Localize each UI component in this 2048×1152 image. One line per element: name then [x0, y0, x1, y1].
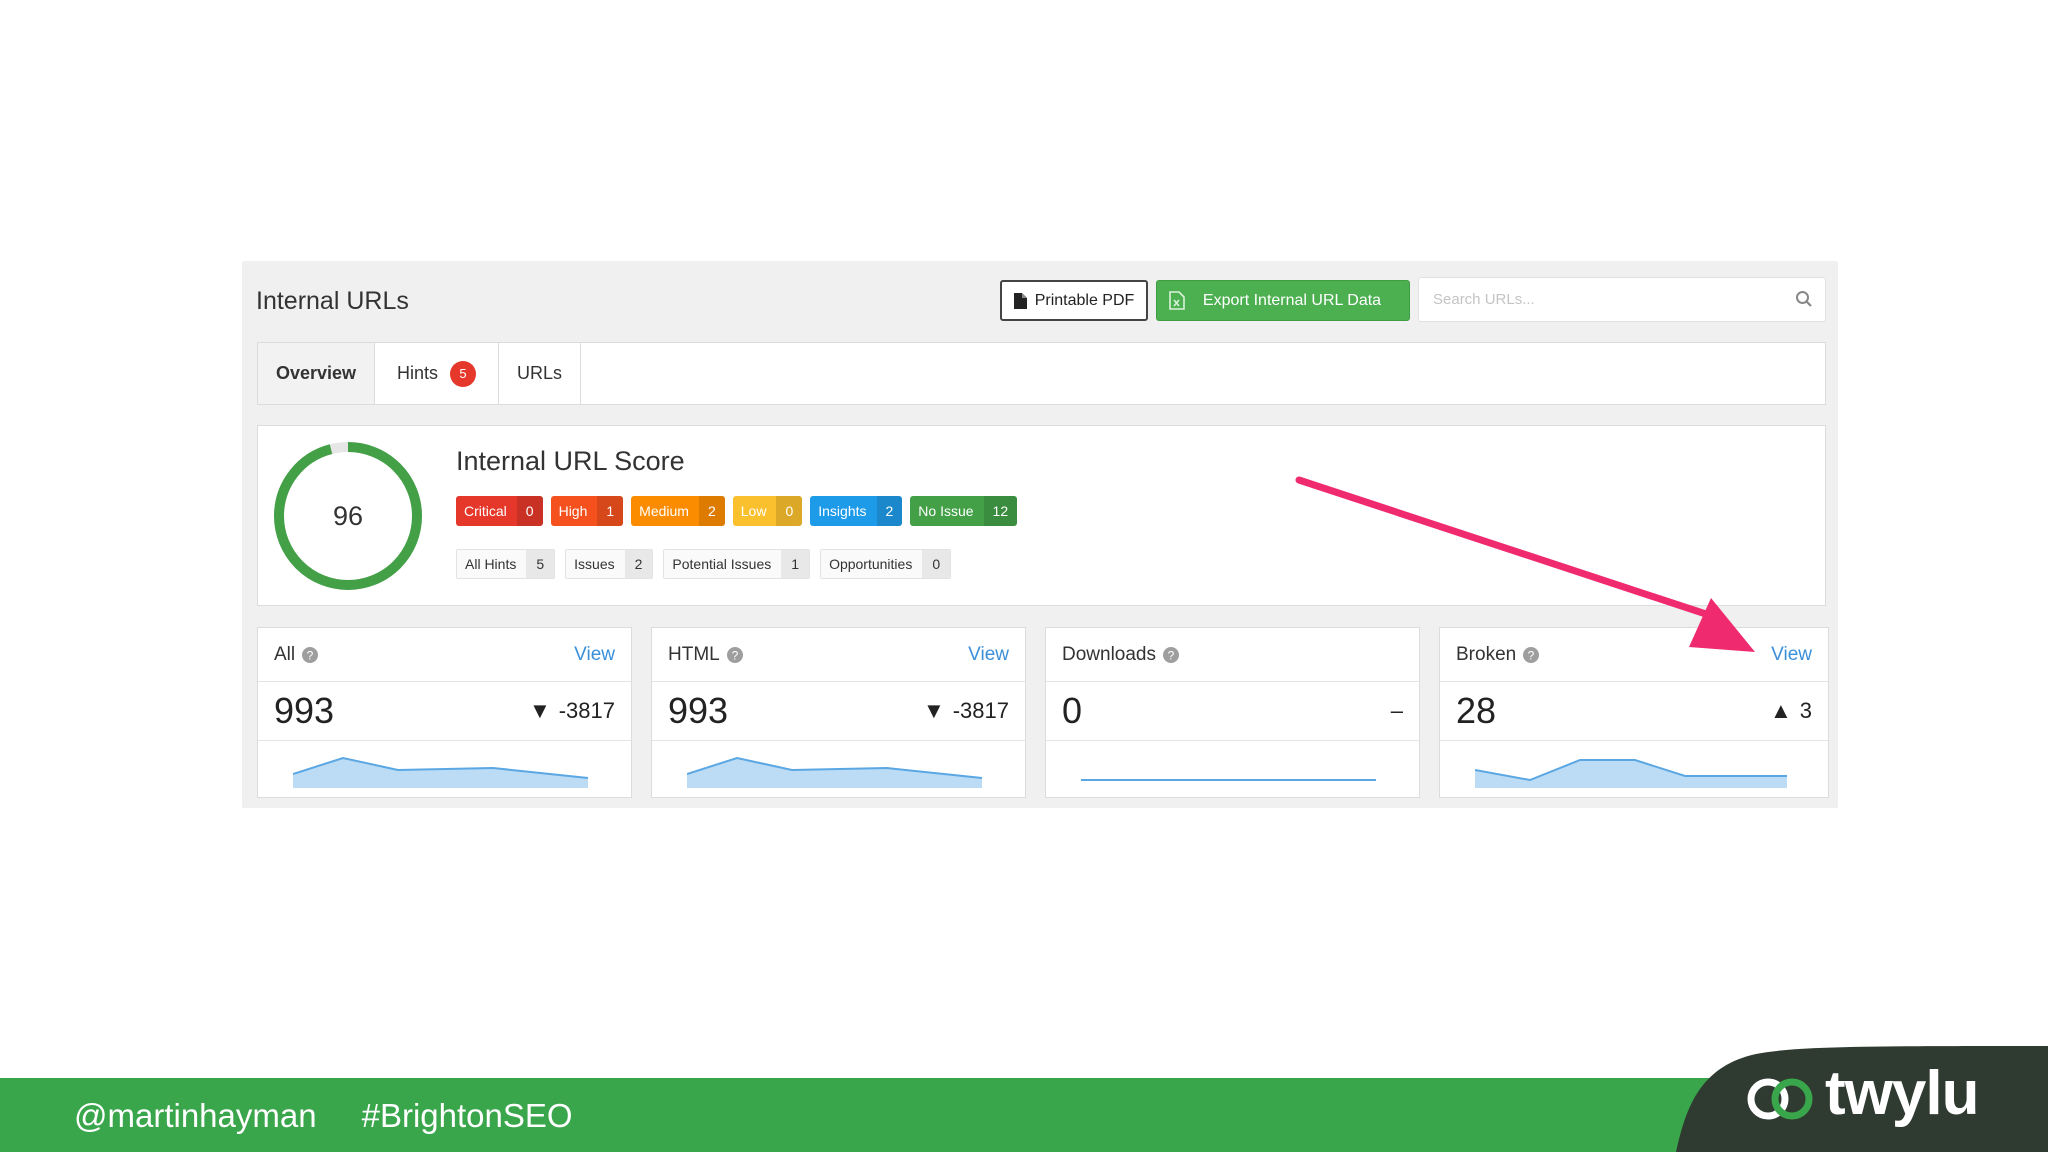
tab-urls-label: URLs: [516, 363, 562, 383]
sparkline: [1475, 759, 1787, 788]
chip-label: Issues: [566, 550, 625, 578]
severity-label: Critical: [464, 503, 507, 519]
search-icon[interactable]: [1795, 290, 1813, 308]
chip-issues[interactable]: Issues 2: [565, 549, 654, 579]
severity-no-issue[interactable]: No Issue 12: [910, 496, 1018, 526]
trend-down-icon: ▼: [528, 698, 551, 723]
svg-text:?: ?: [307, 648, 314, 662]
tab-hints[interactable]: Hints 5: [375, 343, 499, 404]
help-icon[interactable]: ?: [302, 646, 319, 663]
svg-text:?: ?: [731, 648, 738, 662]
internal-urls-panel: Internal URLs Printable PDF Export Inter…: [242, 261, 1838, 808]
footer-text: @martinhayman #BrightonSEO: [74, 1097, 573, 1135]
severity-critical[interactable]: Critical 0: [456, 496, 543, 526]
help-icon[interactable]: ?: [726, 646, 743, 663]
stat-card-html: HTML ? View 993 ▼ -3817: [651, 627, 1026, 798]
severity-label: Medium: [639, 503, 689, 519]
stat-label: All: [274, 643, 296, 665]
chip-count: 2: [624, 550, 653, 578]
view-link[interactable]: View: [574, 644, 615, 666]
chip-opportunities[interactable]: Opportunities 0: [820, 549, 952, 579]
svg-text:?: ?: [1528, 648, 1535, 662]
severity-low[interactable]: Low 0: [732, 496, 803, 526]
severity-count: 1: [597, 496, 624, 526]
event-hashtag: #BrightonSEO: [361, 1097, 573, 1134]
severity-label: High: [558, 503, 588, 519]
score-title: Internal URL Score: [456, 446, 685, 476]
chip-label: Opportunities: [821, 550, 923, 578]
view-link[interactable]: View: [968, 644, 1009, 666]
sparkline: [293, 756, 589, 788]
tab-overview[interactable]: Overview: [258, 343, 375, 404]
tab-overview-label: Overview: [275, 363, 357, 383]
severity-badges: Critical 0 High 1 Medium 2 Low 0 Insight…: [456, 496, 1018, 526]
severity-count: 2: [876, 496, 903, 526]
printable-pdf-button[interactable]: Printable PDF: [1000, 280, 1148, 321]
stat-value: 0: [1062, 690, 1083, 731]
stat-change: -3817: [558, 698, 615, 723]
stat-card-broken: Broken ? View 28 ▲ 3: [1439, 627, 1829, 798]
severity-label: No Issue: [918, 503, 974, 519]
stat-value: 28: [1456, 690, 1497, 731]
severity-count: 0: [776, 496, 803, 526]
severity-label: Low: [740, 503, 767, 519]
hints-count-badge: 5: [450, 360, 476, 387]
stat-value: 993: [274, 690, 335, 731]
trend-down-icon: ▼: [922, 698, 945, 723]
tab-urls[interactable]: URLs: [499, 343, 581, 404]
search-urls-field[interactable]: [1418, 277, 1826, 322]
chip-count: 5: [526, 550, 555, 578]
trend-up-icon: ▲: [1769, 698, 1792, 723]
stat-value: 993: [668, 690, 729, 731]
stat-card-downloads: Downloads ? 0 –: [1045, 627, 1420, 798]
twitter-handle: @martinhayman: [74, 1097, 317, 1134]
chip-all-hints[interactable]: All Hints 5: [456, 549, 556, 579]
stat-change: 3: [1799, 698, 1812, 723]
severity-high[interactable]: High 1: [550, 496, 624, 526]
stat-card-all: All ? View 993 ▼ -3817: [257, 627, 632, 798]
stat-label: Downloads: [1062, 643, 1156, 665]
export-label: Export Internal URL Data: [1202, 291, 1382, 309]
search-input[interactable]: [1419, 278, 1769, 321]
help-icon[interactable]: ?: [1163, 646, 1179, 663]
chip-label: Potential Issues: [664, 550, 782, 578]
severity-count: 2: [698, 496, 725, 526]
panel-title: Internal URLs: [256, 287, 409, 315]
twylu-logo-icon: [1747, 1078, 1813, 1120]
export-internal-url-data-button[interactable]: Export Internal URL Data: [1156, 280, 1410, 321]
spreadsheet-icon: [1169, 291, 1185, 310]
brand-name: twylu: [1825, 1059, 1979, 1128]
sparkline: [1081, 779, 1376, 781]
sparkline: [687, 756, 983, 788]
tab-bar: Overview Hints 5 URLs: [257, 342, 1826, 405]
score-value: 96: [332, 500, 364, 531]
chip-count: 0: [922, 550, 951, 578]
tab-hints-label: Hints: [396, 363, 438, 383]
stat-label: Broken: [1456, 643, 1517, 665]
printable-pdf-label: Printable PDF: [1034, 291, 1135, 309]
severity-label: Insights: [818, 503, 867, 519]
help-icon[interactable]: ?: [1523, 646, 1540, 663]
stat-change: –: [1390, 698, 1403, 723]
severity-insights[interactable]: Insights 2: [810, 496, 903, 526]
severity-count: 0: [516, 496, 543, 526]
hint-chips: All Hints 5 Issues 2 Potential Issues 1 …: [456, 549, 952, 579]
stat-label: HTML: [668, 643, 720, 665]
severity-count: 12: [983, 496, 1018, 526]
chip-count: 1: [781, 550, 810, 578]
chip-potential-issues[interactable]: Potential Issues 1: [663, 549, 811, 579]
score-card: 96 Internal URL Score Critical 0 High 1 …: [257, 425, 1826, 606]
svg-text:?: ?: [1168, 648, 1175, 662]
view-link[interactable]: View: [1771, 644, 1812, 666]
chip-label: All Hints: [457, 550, 527, 578]
document-icon: [1013, 292, 1027, 309]
severity-medium[interactable]: Medium 2: [631, 496, 725, 526]
stat-change: -3817: [952, 698, 1009, 723]
